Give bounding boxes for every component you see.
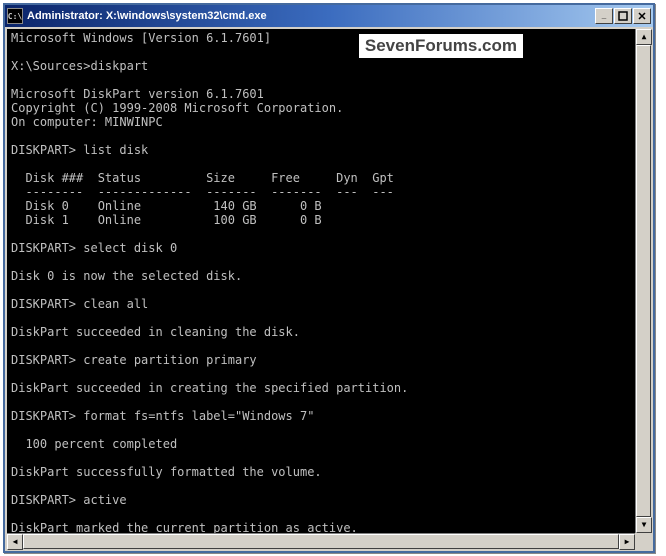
chevron-up-icon: ▲ [642, 33, 647, 41]
cmd-window: C:\ Administrator: X:\windows\system32\c… [3, 3, 655, 553]
terminal-output[interactable]: Microsoft Windows [Version 6.1.7601] X:\… [7, 29, 651, 549]
close-button[interactable] [633, 8, 651, 24]
maximize-icon [618, 11, 628, 21]
vertical-scrollbar[interactable]: ▲ ▼ [635, 29, 651, 533]
output-line: On computer: MINWINPC [11, 115, 163, 129]
chevron-right-icon: ▶ [625, 538, 630, 546]
output-line: Disk 0 Online 140 GB 0 B [11, 199, 322, 213]
output-line: Disk 0 is now the selected disk. [11, 269, 242, 283]
watermark: SevenForums.com [359, 34, 523, 58]
output-line: DiskPart succeeded in cleaning the disk. [11, 325, 300, 339]
scroll-down-button[interactable]: ▼ [636, 517, 652, 533]
scroll-left-button[interactable]: ◀ [7, 534, 23, 550]
scroll-up-button[interactable]: ▲ [636, 29, 652, 45]
minimize-button[interactable]: _ [595, 8, 613, 24]
output-line: -------- ------------- ------- ------- -… [11, 185, 394, 199]
output-line: Microsoft Windows [Version 6.1.7601] [11, 31, 271, 45]
output-line: DiskPart successfully formatted the volu… [11, 465, 322, 479]
app-icon: C:\ [7, 8, 23, 24]
output-line: DISKPART> select disk 0 [11, 241, 177, 255]
window-controls: _ [595, 8, 651, 24]
output-line: DISKPART> clean all [11, 297, 148, 311]
titlebar[interactable]: C:\ Administrator: X:\windows\system32\c… [5, 5, 653, 27]
scroll-thumb-vertical[interactable] [636, 45, 651, 517]
chevron-left-icon: ◀ [13, 538, 18, 546]
output-line: DISKPART> list disk [11, 143, 148, 157]
output-line: Disk 1 Online 100 GB 0 B [11, 213, 322, 227]
scroll-thumb-horizontal[interactable] [23, 534, 619, 549]
chevron-down-icon: ▼ [642, 521, 647, 529]
close-icon [637, 11, 647, 21]
output-line: DISKPART> active [11, 493, 127, 507]
output-line: Disk ### Status Size Free Dyn Gpt [11, 171, 394, 185]
scroll-right-button[interactable]: ▶ [619, 534, 635, 550]
scroll-corner [635, 533, 651, 549]
maximize-button[interactable] [614, 8, 632, 24]
output-line: Microsoft DiskPart version 6.1.7601 [11, 87, 264, 101]
output-line: 100 percent completed [11, 437, 177, 451]
output-line: DISKPART> create partition primary [11, 353, 257, 367]
output-line: DISKPART> format fs=ntfs label="Windows … [11, 409, 314, 423]
output-line: X:\Sources>diskpart [11, 59, 148, 73]
window-title: Administrator: X:\windows\system32\cmd.e… [27, 10, 595, 22]
horizontal-scrollbar[interactable]: ◀ ▶ [7, 533, 651, 549]
output-line: Copyright (C) 1999-2008 Microsoft Corpor… [11, 101, 343, 115]
output-line: DiskPart succeeded in creating the speci… [11, 381, 408, 395]
